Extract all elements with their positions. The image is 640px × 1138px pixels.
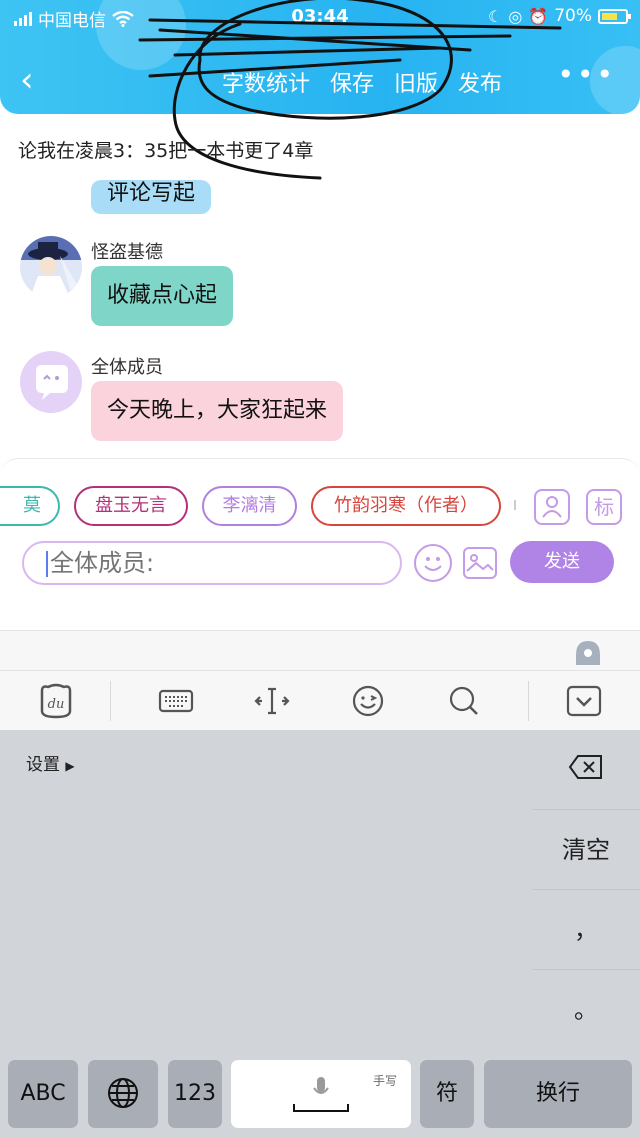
contact-icon[interactable] bbox=[534, 489, 570, 525]
globe-icon bbox=[108, 1078, 138, 1108]
message-bubble[interactable]: 评论写起 bbox=[91, 180, 212, 214]
status-right: ☾ ◎ ⏰ 70% bbox=[487, 6, 631, 26]
app-header: 中国电信 03:44 ☾ ◎ ⏰ 70% ‹ 字数统计 保存 旧版 发布 ••• bbox=[0, 0, 640, 114]
keyboard-settings[interactable]: 设置 ▶ bbox=[26, 750, 75, 775]
comma-key[interactable]: ， bbox=[532, 890, 640, 970]
mention-chip[interactable]: 莫 bbox=[0, 486, 60, 526]
emoji-keyboard-icon[interactable] bbox=[348, 681, 388, 721]
triangle-right-icon: ▶ bbox=[65, 759, 75, 773]
more-menu-button[interactable]: ••• bbox=[557, 58, 616, 91]
publish-button[interactable]: 发布 bbox=[458, 66, 502, 98]
enter-key[interactable]: 换行 bbox=[484, 1060, 632, 1128]
top-nav: ‹ 字数统计 保存 旧版 发布 ••• bbox=[0, 56, 640, 106]
moon-icon: ☾ bbox=[487, 6, 503, 26]
space-key[interactable]: 手写 bbox=[231, 1060, 411, 1128]
cursor-move-icon[interactable] bbox=[252, 681, 292, 721]
keyboard-suggestion-bar bbox=[0, 630, 640, 670]
text-caret bbox=[46, 551, 48, 577]
backspace-icon bbox=[568, 755, 602, 779]
toolbar-divider bbox=[110, 681, 111, 721]
symbol-key[interactable]: 符 bbox=[420, 1060, 474, 1128]
word-count-button[interactable]: 字数统计 bbox=[222, 66, 310, 98]
chip-overflow-indicator bbox=[514, 500, 516, 510]
keyboard-icon[interactable] bbox=[156, 681, 196, 721]
message-input[interactable] bbox=[22, 541, 402, 585]
alarm-icon: ⏰ bbox=[528, 6, 549, 26]
sender-name: 怪盗基德 bbox=[91, 242, 163, 263]
battery-icon bbox=[598, 8, 631, 24]
message-bubble[interactable]: 今天晚上，大家狂起来 bbox=[91, 381, 344, 441]
backspace-key[interactable] bbox=[532, 730, 640, 810]
avatar[interactable] bbox=[20, 236, 82, 298]
battery-percent: 70% bbox=[554, 6, 592, 26]
search-icon[interactable] bbox=[444, 681, 484, 721]
toolbar-divider bbox=[528, 681, 529, 721]
clear-key[interactable]: 清空 bbox=[532, 810, 640, 890]
globe-key[interactable] bbox=[88, 1060, 158, 1128]
tag-button[interactable]: 标 bbox=[586, 489, 622, 525]
settings-label: 设置 bbox=[26, 755, 60, 775]
hide-keyboard-icon[interactable] bbox=[564, 681, 604, 721]
abc-key[interactable]: ABC bbox=[8, 1060, 78, 1128]
rotation-lock-icon: ◎ bbox=[508, 6, 523, 26]
status-bar: 中国电信 03:44 ☾ ◎ ⏰ 70% bbox=[0, 0, 640, 34]
number-key[interactable]: 123 bbox=[168, 1060, 222, 1128]
keyboard-toolbar: du bbox=[0, 670, 640, 730]
period-key[interactable]: 。 bbox=[532, 970, 640, 1050]
mention-chip[interactable]: 竹韵羽寒（作者） bbox=[311, 486, 501, 526]
chat-title: 论我在凌晨3：35把一本书更了4章 bbox=[18, 140, 314, 162]
save-button[interactable]: 保存 bbox=[330, 66, 374, 98]
du-logo-icon[interactable]: du bbox=[36, 681, 76, 721]
keyboard-mascot-icon[interactable] bbox=[574, 639, 602, 667]
nav-actions: 字数统计 保存 旧版 发布 bbox=[222, 66, 502, 98]
microphone-icon bbox=[313, 1077, 329, 1094]
space-bar-icon bbox=[293, 1104, 349, 1112]
message-bubble[interactable]: 收藏点心起 bbox=[91, 266, 234, 326]
handwrite-label: 手写 bbox=[372, 1074, 397, 1088]
sender-name: 全体成员 bbox=[91, 357, 163, 378]
mention-chip[interactable]: 李漓清 bbox=[202, 486, 297, 526]
mention-chip[interactable]: 盘玉无言 bbox=[74, 486, 188, 526]
back-button[interactable]: ‹ bbox=[20, 60, 34, 100]
emoji-icon[interactable] bbox=[414, 544, 452, 582]
svg-text:du: du bbox=[48, 697, 65, 712]
group-avatar[interactable] bbox=[20, 351, 82, 413]
old-version-button[interactable]: 旧版 bbox=[394, 66, 438, 98]
image-icon[interactable] bbox=[463, 547, 497, 579]
send-button[interactable]: 发送 bbox=[510, 541, 614, 583]
